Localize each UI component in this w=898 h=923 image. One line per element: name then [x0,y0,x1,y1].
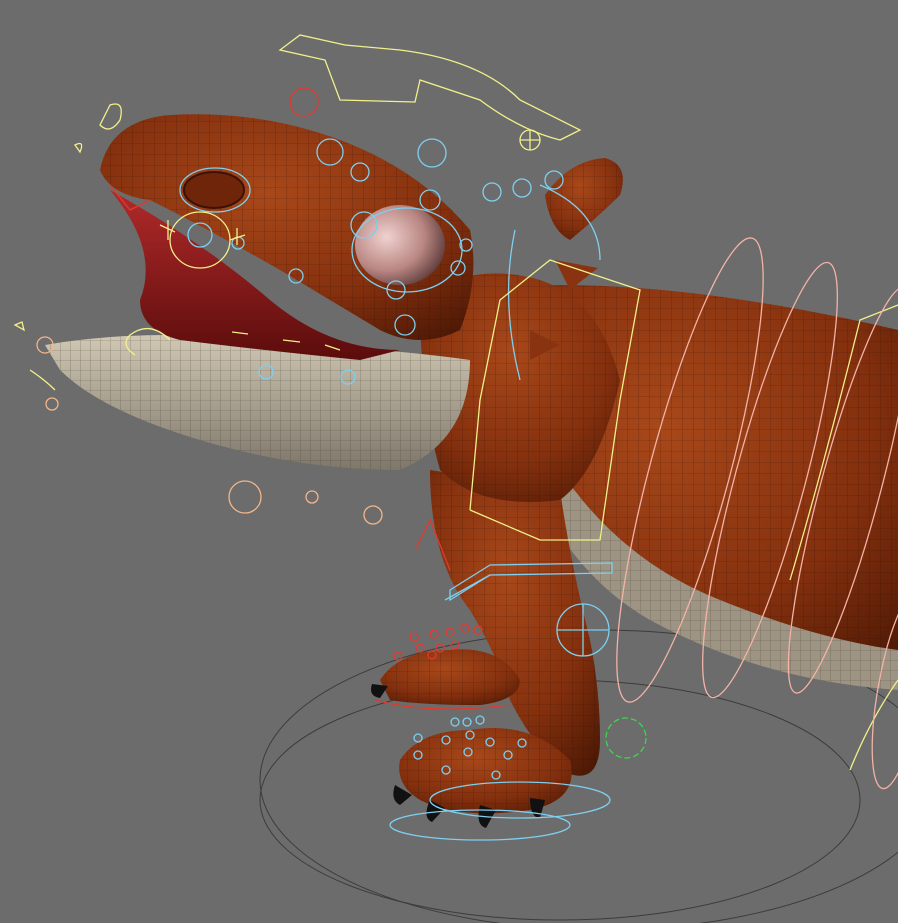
3d-viewport[interactable] [0,0,898,923]
creature-hand[interactable] [371,649,520,705]
gear-control-green[interactable] [605,717,647,759]
scene-canvas[interactable] [0,0,898,923]
creature-lower-jaw[interactable] [45,335,470,470]
creature-eye[interactable] [355,205,445,285]
